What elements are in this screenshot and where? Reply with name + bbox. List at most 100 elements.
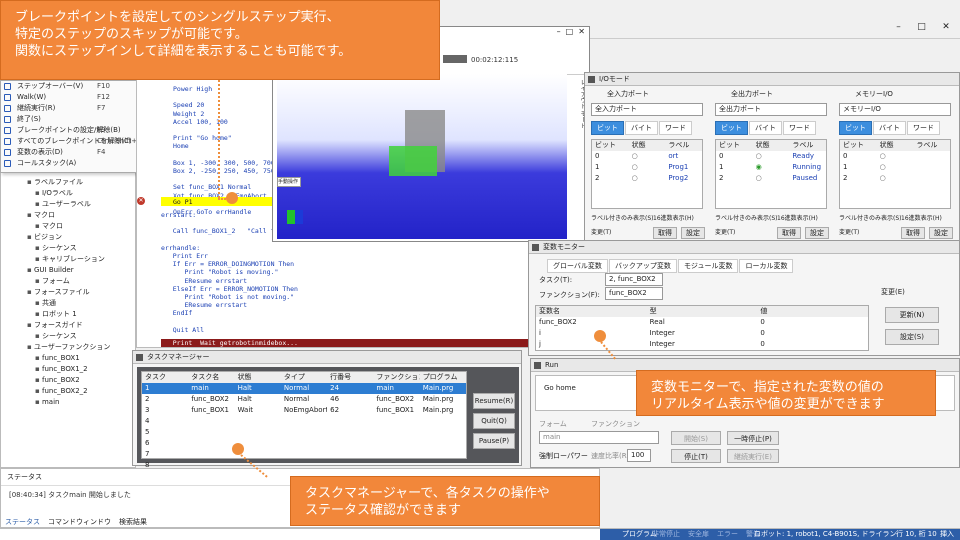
task-row[interactable]: 6 xyxy=(142,438,466,449)
update-button[interactable]: 更新(N) xyxy=(885,307,939,323)
io-table-row[interactable]: 0 ○ ort xyxy=(592,151,702,162)
task-row[interactable]: 4 xyxy=(142,416,466,427)
tree-item[interactable]: ▪ func_BOX1 xyxy=(19,353,110,364)
tree-item[interactable]: ▪ フォースガイド xyxy=(19,320,110,331)
hex-checkbox[interactable]: 16進数表示(H) xyxy=(653,213,694,222)
varmon-tab[interactable]: グローバル変数 xyxy=(547,259,608,273)
change-checkbox[interactable]: 変更(E) xyxy=(881,287,905,297)
io-table-row[interactable]: 2 ○ xyxy=(840,173,950,184)
io-table-row[interactable]: 2 ○ Paused xyxy=(716,173,826,184)
status-tab[interactable]: コマンドウィンドウ xyxy=(48,517,111,527)
io-view-tab[interactable]: バイト xyxy=(625,121,658,135)
sim-3d-view[interactable]: 手動操作 xyxy=(277,74,567,239)
io-view-tab[interactable]: ビット xyxy=(839,121,872,135)
task-row[interactable]: 3 func_BOX1 Wait NoEmgAbort 62 func_BOX1 Main.… xyxy=(142,405,466,416)
tree-item[interactable]: ▪ シーケンス xyxy=(19,243,110,254)
sim-camera-icon[interactable] xyxy=(443,55,467,63)
status-tab[interactable]: ステータス xyxy=(5,517,40,527)
io-set-button[interactable]: 設定 xyxy=(681,227,705,239)
io-table-row[interactable]: 0 ○ Ready xyxy=(716,151,826,162)
labeled-only-checkbox[interactable]: ラベル付きのみ表示(S) xyxy=(839,213,902,222)
continue-button[interactable]: 継続実行(E) xyxy=(727,449,779,463)
io-table-row[interactable]: 1 ○ xyxy=(840,162,950,173)
varmon-row[interactable]: j Integer 0 xyxy=(536,339,868,350)
function-select-run[interactable]: main xyxy=(539,431,659,444)
hex-checkbox[interactable]: 16進数表示(H) xyxy=(777,213,818,222)
tree-item[interactable]: ▪ マクロ xyxy=(19,210,110,221)
function-radio[interactable]: ファンクション xyxy=(591,419,640,429)
io-port-select[interactable]: 全入力ポート xyxy=(591,103,703,116)
tree-item[interactable]: ▪ I/Oラベル xyxy=(19,188,110,199)
pause-run-button[interactable]: 一時停止(P) xyxy=(727,431,779,445)
io-state-led[interactable]: ○ xyxy=(629,151,666,162)
tree-item[interactable]: ▪ func_BOX1_2 xyxy=(19,364,110,375)
breakpoint-icon[interactable]: ✕ xyxy=(137,197,145,205)
io-state-led[interactable]: ○ xyxy=(753,173,790,184)
io-get-button[interactable]: 取得 xyxy=(653,227,677,239)
io-view-tab[interactable]: ビット xyxy=(591,121,624,135)
tree-item[interactable]: ▪ main xyxy=(19,397,110,408)
io-view-tab[interactable]: バイト xyxy=(749,121,782,135)
hex-checkbox[interactable]: 16進数表示(H) xyxy=(901,213,942,222)
tree-item[interactable]: ▪ ラベルファイル xyxy=(19,177,110,188)
varmon-tab[interactable]: ローカル変数 xyxy=(739,259,794,273)
speed-input[interactable]: 100 xyxy=(627,449,651,462)
io-state-led[interactable]: ○ xyxy=(629,173,666,184)
tree-item[interactable]: ▪ func_BOX2_2 xyxy=(19,386,110,397)
quit-button[interactable]: Quit(Q) xyxy=(473,413,515,429)
io-view-tab[interactable]: ワード xyxy=(783,121,816,135)
stop-button[interactable]: 停止(T) xyxy=(671,449,721,463)
io-view-tab[interactable]: バイト xyxy=(873,121,906,135)
tree-item[interactable]: ▪ マクロ xyxy=(19,221,110,232)
low-power-checkbox[interactable]: 強制ローパワー xyxy=(539,451,588,461)
io-table-row[interactable]: 0 ○ xyxy=(840,151,950,162)
io-state-led[interactable]: ◉ xyxy=(753,162,790,173)
io-view-tab[interactable]: ビット xyxy=(715,121,748,135)
io-state-led[interactable]: ○ xyxy=(877,151,914,162)
io-get-button[interactable]: 取得 xyxy=(901,227,925,239)
change-checkbox[interactable]: 変更(T) xyxy=(591,227,611,236)
tree-item[interactable]: ▪ func_BOX2 xyxy=(19,375,110,386)
io-state-led[interactable]: ○ xyxy=(877,162,914,173)
io-state-led[interactable]: ○ xyxy=(877,173,914,184)
tree-item[interactable]: ▪ GUI Builder xyxy=(19,265,110,276)
varmon-tab[interactable]: バックアップ変数 xyxy=(608,259,677,273)
tree-item[interactable]: ▪ フォースファイル xyxy=(19,287,110,298)
io-set-button[interactable]: 設定 xyxy=(929,227,953,239)
change-checkbox[interactable]: 変更(T) xyxy=(715,227,735,236)
io-view-tab[interactable]: ワード xyxy=(659,121,692,135)
io-state-led[interactable]: ○ xyxy=(753,151,790,162)
varmon-tab[interactable]: モジュール変数 xyxy=(677,259,739,273)
task-row[interactable]: 2 func_BOX2 Halt Normal 46 func_BOX2 Main.prg xyxy=(142,394,466,405)
varmon-row[interactable]: func_BOX2 Real 0 xyxy=(536,317,868,328)
io-get-button[interactable]: 取得 xyxy=(777,227,801,239)
resume-button[interactable]: Resume(R) xyxy=(473,393,515,409)
minimize-button[interactable]: – xyxy=(896,22,901,36)
maximize-button[interactable]: □ xyxy=(917,22,926,36)
io-state-led[interactable]: ○ xyxy=(629,162,666,173)
start-button[interactable]: 開始(S) xyxy=(671,431,721,445)
io-view-tab[interactable]: ワード xyxy=(907,121,940,135)
io-set-button[interactable]: 設定 xyxy=(805,227,829,239)
tree-item[interactable]: ▪ ユーザーファンクション xyxy=(19,342,110,353)
io-port-select[interactable]: メモリーI/O xyxy=(839,103,951,116)
io-table-row[interactable]: 1 ◉ Running xyxy=(716,162,826,173)
io-table-row[interactable]: 1 ○ Prog1 xyxy=(592,162,702,173)
task-row[interactable]: 5 xyxy=(142,427,466,438)
varmon-row[interactable]: i Integer 0 xyxy=(536,328,868,339)
labeled-only-checkbox[interactable]: ラベル付きのみ表示(S) xyxy=(715,213,778,222)
set-button[interactable]: 設定(S) xyxy=(885,329,939,345)
tree-item[interactable]: ▪ 共通 xyxy=(19,298,110,309)
manual-panel[interactable]: 手動操作 xyxy=(277,177,301,187)
task-select[interactable]: 2, func_BOX2 xyxy=(605,273,663,286)
status-tab[interactable]: 検索結果 xyxy=(119,517,147,527)
form-radio[interactable]: フォーム xyxy=(539,419,567,429)
io-table-row[interactable]: 2 ○ Prog2 xyxy=(592,173,702,184)
task-row[interactable]: 7 xyxy=(142,449,466,460)
tree-item[interactable]: ▪ ビジョン xyxy=(19,232,110,243)
tree-item[interactable]: ▪ ユーザーラベル xyxy=(19,199,110,210)
function-select[interactable]: func_BOX2 xyxy=(605,287,663,300)
io-port-select[interactable]: 全出力ポート xyxy=(715,103,827,116)
task-row[interactable]: 1 main Halt Normal 24 main Main.prg xyxy=(142,383,466,394)
pause-button[interactable]: Pause(P) xyxy=(473,433,515,449)
